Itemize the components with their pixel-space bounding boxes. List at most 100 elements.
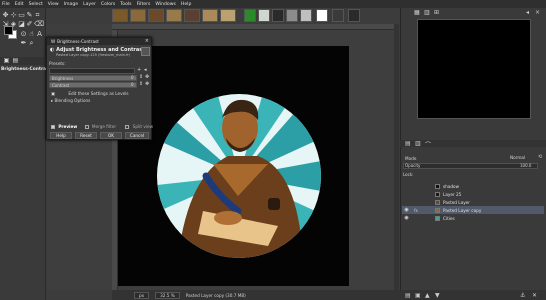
image-tab-11[interactable] [286, 9, 298, 22]
presets-select[interactable] [49, 68, 135, 74]
reset-button[interactable]: Reset [75, 132, 97, 139]
unit-selector[interactable]: px [134, 291, 150, 299]
bucket-fill-icon[interactable]: ◪ [18, 21, 25, 28]
layer-row-selected[interactable]: ◉ fx Pasted Layer copy [402, 206, 544, 214]
brightness-reset-icon[interactable]: ✥ [145, 74, 149, 80]
rect-select-icon[interactable]: ▭ [18, 12, 25, 19]
layer-row[interactable]: ◉ Cities [402, 214, 544, 222]
new-group-icon[interactable]: ▣ [415, 292, 421, 299]
clone-tool-icon[interactable]: ⊙ [20, 31, 27, 38]
navigation-preview[interactable] [417, 19, 531, 119]
horizontal-ruler[interactable] [112, 24, 394, 30]
image-tab-9[interactable] [258, 9, 270, 22]
align-tool-icon[interactable]: ⊹ [10, 12, 17, 19]
preview-label: Preview [58, 124, 78, 129]
free-select-icon[interactable]: ✎ [26, 12, 33, 19]
image-tab-12[interactable] [300, 9, 312, 22]
image-tab-4[interactable] [166, 9, 182, 22]
image-tab-13[interactable] [316, 9, 328, 22]
zoom-tool-icon[interactable]: ⌕ [28, 40, 35, 47]
image-tab-7[interactable] [220, 9, 236, 22]
dialog-titlebar[interactable]: W Brightness-Contrast × [47, 38, 151, 45]
layer-row[interactable]: shadow [402, 182, 544, 190]
navigation-tab-icon[interactable]: ▦ [414, 9, 420, 16]
ok-button[interactable]: OK [100, 132, 122, 139]
histogram-tab-icon[interactable]: ▥ [424, 9, 430, 16]
image-tab-14[interactable] [332, 9, 344, 22]
image-tab-10[interactable] [272, 9, 284, 22]
preview-checkbox[interactable] [51, 125, 55, 129]
image-canvas[interactable] [118, 46, 349, 286]
device-status-icon[interactable]: ▤ [12, 57, 19, 64]
image-tab-6[interactable] [202, 9, 218, 22]
close-icon[interactable]: × [145, 38, 149, 44]
help-button[interactable]: Help [50, 132, 72, 139]
split-view-checkbox[interactable] [125, 125, 130, 129]
merge-filter-checkbox[interactable] [84, 125, 89, 129]
paths-tab-icon[interactable]: ⌒ [425, 140, 431, 149]
preset-menu-icon[interactable]: ◂ [144, 67, 147, 73]
image-tab-5[interactable] [184, 9, 200, 22]
eye-icon[interactable]: ◉ [402, 207, 411, 213]
dock-menu-icon[interactable]: ◂ [526, 9, 529, 16]
menu-file[interactable]: File [2, 2, 10, 7]
cancel-button[interactable]: Cancel [125, 132, 149, 139]
delete-layer-icon[interactable]: ✕ [532, 292, 537, 299]
brightness-slider[interactable]: Brightness [49, 75, 137, 81]
channels-tab-icon[interactable]: ▥ [415, 140, 421, 147]
smudge-tool-icon[interactable]: ☝ [28, 31, 35, 38]
mode-reset-icon[interactable]: ⟲ [538, 154, 542, 160]
edit-as-levels-button[interactable]: Edit these Settings as Levels [68, 91, 128, 96]
image-tab-8[interactable] [244, 9, 256, 22]
menu-select[interactable]: Select [29, 2, 43, 7]
layers-tab-icon[interactable]: ▤ [405, 140, 411, 147]
contrast-reset-icon[interactable]: ✥ [145, 81, 149, 87]
layer-name[interactable]: shadow [443, 184, 459, 189]
contrast-stepper-icon[interactable]: ⇕ [139, 81, 143, 87]
text-tool-icon[interactable]: A [36, 31, 43, 38]
image-tab-2[interactable] [130, 9, 146, 22]
layer-row[interactable]: Layer 25 [402, 190, 544, 198]
color-picker-icon[interactable]: ✒ [20, 40, 27, 47]
fx-icon[interactable]: fx [411, 208, 421, 213]
layer-name[interactable]: Cities [443, 216, 455, 221]
image-tab-1[interactable] [112, 9, 128, 22]
zoom-selector[interactable]: 32.5 % [155, 291, 180, 299]
image-tab-3[interactable] [148, 9, 164, 22]
new-layer-icon[interactable]: ▤ [405, 292, 411, 299]
tool-options-icon[interactable]: ▣ [3, 57, 10, 64]
add-preset-icon[interactable]: + [137, 67, 141, 73]
expander-icon[interactable]: ▸ [51, 98, 53, 103]
eraser-icon[interactable]: ⌫ [34, 21, 44, 28]
menu-tools[interactable]: Tools [120, 2, 131, 7]
eye-icon[interactable]: ◉ [402, 215, 411, 221]
layer-name[interactable]: Layer 25 [443, 192, 461, 197]
lower-layer-icon[interactable]: ▼ [435, 292, 440, 299]
menu-windows[interactable]: Windows [155, 2, 176, 7]
menu-image[interactable]: Image [64, 2, 78, 7]
dock-close-icon[interactable]: × [535, 9, 540, 16]
vertical-scrollbar[interactable] [394, 24, 399, 290]
crop-tool-icon[interactable]: ⌗ [34, 12, 41, 19]
menu-edit[interactable]: Edit [15, 2, 24, 7]
pointer-tab-icon[interactable]: ⊞ [434, 9, 439, 16]
menu-filters[interactable]: Filters [137, 2, 151, 7]
paintbrush-icon[interactable]: ✐ [26, 21, 33, 28]
foreground-color-swatch[interactable] [4, 26, 13, 35]
menu-view[interactable]: View [48, 2, 59, 7]
layer-row[interactable]: Pasted Layer [402, 198, 544, 206]
move-tool-icon[interactable]: ✥ [2, 12, 9, 19]
layer-name[interactable]: Pasted Layer copy [443, 208, 481, 213]
contrast-slider[interactable]: Contrast [49, 82, 137, 88]
mode-select[interactable]: Normal [510, 155, 525, 160]
blending-options-toggle[interactable]: Blending Options [54, 98, 90, 103]
layer-name[interactable]: Pasted Layer [443, 200, 470, 205]
image-tab-15[interactable] [348, 9, 360, 22]
menu-colors[interactable]: Colors [101, 2, 115, 7]
opacity-field[interactable] [403, 163, 538, 169]
anchor-layer-icon[interactable]: ⚓ [520, 292, 525, 299]
brightness-stepper-icon[interactable]: ⇕ [139, 74, 143, 80]
raise-layer-icon[interactable]: ▲ [425, 292, 430, 299]
menu-help[interactable]: Help [181, 2, 191, 7]
menu-layer[interactable]: Layer [83, 2, 96, 7]
